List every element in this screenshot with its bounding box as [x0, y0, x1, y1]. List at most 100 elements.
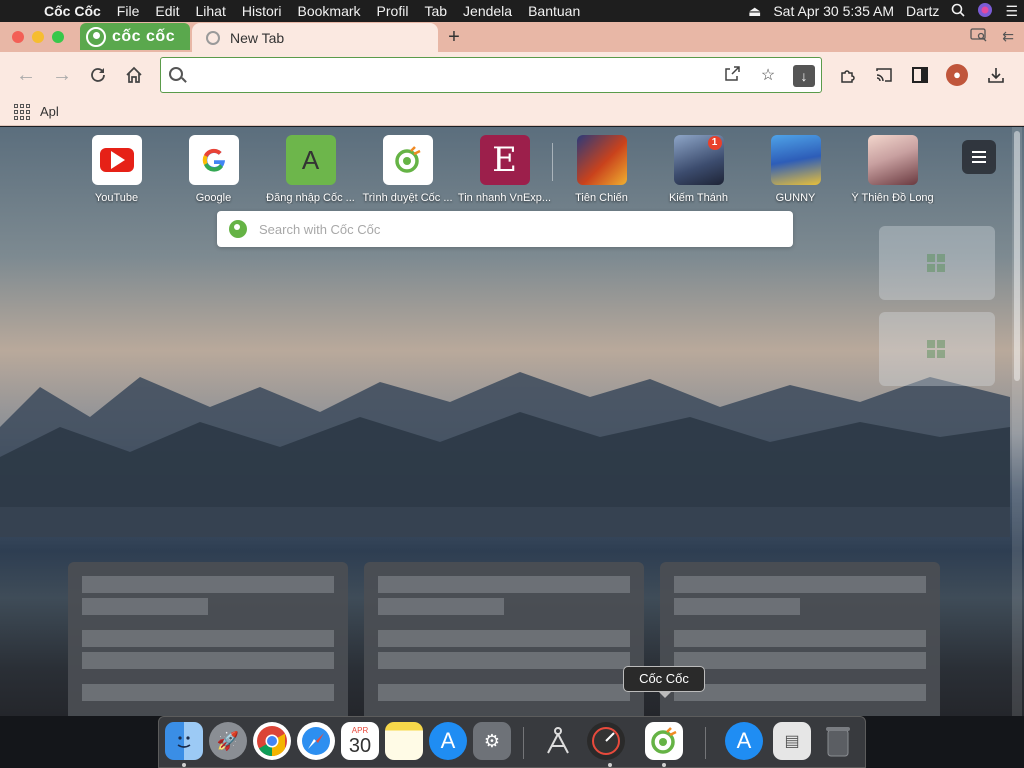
address-bar[interactable]: ☆ ↓	[160, 57, 822, 93]
menu-profile[interactable]: Profil	[369, 3, 417, 19]
menu-help[interactable]: Bantuan	[520, 3, 588, 19]
menu-window[interactable]: Jendela	[455, 3, 520, 19]
menu-tab[interactable]: Tab	[416, 3, 455, 19]
tile-label: Google	[195, 192, 232, 204]
control-center-icon[interactable]: ☰	[999, 3, 1024, 20]
menu-file[interactable]: File	[109, 3, 148, 19]
forward-button[interactable]: →	[49, 62, 75, 88]
instruments-icon[interactable]	[539, 722, 577, 760]
reload-button[interactable]	[85, 62, 111, 88]
macos-dock: 🚀 APR 30 A ⚙ A ▤	[158, 716, 866, 768]
speed-dial-tile-kiem-thanh[interactable]: 1 Kiếm Thánh	[650, 135, 747, 215]
siri-icon[interactable]	[971, 2, 999, 21]
macos-menu-bar: Cốc Cốc File Edit Lihat Histori Bookmark…	[0, 0, 1024, 22]
speed-dial-tile-vnexpress[interactable]: E Tin nhanh VnExp...	[456, 135, 553, 215]
speed-dial-tile-login[interactable]: A Đăng nhập Cốc ...	[262, 135, 359, 215]
window-close-button[interactable]	[12, 31, 24, 43]
game-y-thien-icon	[867, 135, 918, 185]
speed-dial-tile-tien-chien[interactable]: Tiên Chiến	[553, 135, 650, 215]
scrollbar-thumb[interactable]	[1014, 131, 1020, 381]
tile-label: Đăng nhập Cốc ...	[266, 192, 355, 204]
coccoc-icon	[382, 135, 433, 185]
profile-avatar-icon[interactable]: ●	[946, 64, 968, 86]
coccoc-search-logo-icon	[229, 220, 247, 238]
launchpad-icon[interactable]: 🚀	[209, 722, 247, 760]
coccoc-dock-icon[interactable]	[645, 722, 683, 760]
notes-icon[interactable]	[385, 722, 423, 760]
coccoc-search-box[interactable]	[217, 211, 793, 247]
app-store-download-icon[interactable]: A	[725, 722, 763, 760]
system-preferences-icon[interactable]: ⚙	[473, 722, 511, 760]
letter-a-icon: A	[285, 135, 336, 185]
share-icon[interactable]	[721, 65, 743, 87]
eject-icon[interactable]: ⏏	[742, 3, 767, 20]
safari-icon[interactable]	[297, 722, 335, 760]
bookmark-star-icon[interactable]: ☆	[757, 65, 779, 87]
menu-app-name[interactable]: Cốc Cốc	[36, 3, 109, 19]
bookmarks-bar: Apl	[0, 98, 1024, 126]
menu-edit[interactable]: Edit	[147, 3, 187, 19]
google-icon	[188, 135, 239, 185]
chrome-icon[interactable]	[253, 722, 291, 760]
address-input[interactable]	[193, 64, 713, 86]
app-store-icon[interactable]: A	[429, 722, 467, 760]
tab-new-tab[interactable]: New Tab	[192, 23, 438, 52]
extensions-icon[interactable]	[836, 63, 860, 87]
notification-badge: 1	[707, 136, 722, 150]
cast-icon[interactable]	[872, 63, 896, 87]
tile-label: Trình duyệt Cốc ...	[362, 192, 453, 204]
tile-label: Tin nhanh VnExp...	[457, 192, 552, 204]
downloads-icon[interactable]	[984, 63, 1008, 87]
coccoc-search-input[interactable]	[259, 221, 759, 237]
window-zoom-button[interactable]	[52, 31, 64, 43]
new-tab-button[interactable]: +	[444, 26, 464, 49]
omnibox-search-icon	[169, 67, 183, 81]
spotlight-search-icon[interactable]	[945, 3, 971, 20]
widget-placeholder-icon	[927, 254, 945, 272]
window-minimize-button[interactable]	[32, 31, 44, 43]
side-widget-card[interactable]	[879, 226, 995, 300]
disk-diag-icon[interactable]	[587, 722, 625, 760]
page-scrollbar[interactable]	[1012, 127, 1022, 716]
news-card-skeleton	[68, 562, 348, 716]
calendar-icon[interactable]: APR 30	[341, 722, 379, 760]
side-widget-card[interactable]	[879, 312, 995, 386]
tile-label: Tiên Chiến	[575, 192, 628, 204]
side-panel-icon[interactable]	[908, 63, 932, 87]
coccoc-brand-button[interactable]: cốc cốc	[80, 23, 190, 50]
speed-dial-tile-google[interactable]: Google	[165, 135, 262, 215]
customize-settings-button[interactable]	[962, 140, 996, 174]
calendar-month: APR	[351, 725, 369, 735]
tile-label: YouTube	[94, 192, 139, 204]
new-tab-page: YouTube Google A Đăng nhập Cốc ... Trình…	[0, 127, 1024, 716]
save-page-icon[interactable]: ↓	[793, 65, 815, 87]
speed-dial-tile-coccoc[interactable]: Trình duyệt Cốc ...	[359, 135, 456, 215]
preview-icon[interactable]: ▤	[773, 722, 811, 760]
youtube-icon	[91, 135, 142, 185]
menu-history[interactable]: Histori	[234, 3, 290, 19]
tab-search-icon[interactable]	[970, 28, 988, 45]
trash-icon[interactable]	[819, 722, 857, 760]
game-kiem-thanh-icon: 1	[673, 135, 724, 185]
menu-clock[interactable]: Sat Apr 30 5:35 AM	[767, 3, 900, 19]
speed-dial: YouTube Google A Đăng nhập Cốc ... Trình…	[68, 135, 944, 215]
speed-dial-tile-y-thien[interactable]: Ý Thiên Đồ Long	[844, 135, 941, 215]
apps-grid-icon[interactable]	[14, 103, 30, 120]
home-button[interactable]	[121, 62, 147, 88]
back-button[interactable]: ←	[13, 62, 39, 88]
letter-e-icon: E	[479, 135, 530, 185]
finder-icon[interactable]	[165, 722, 203, 760]
tile-label: Ý Thiên Đồ Long	[851, 192, 934, 204]
tile-label: GUNNY	[775, 192, 816, 204]
widget-placeholder-icon	[927, 340, 945, 358]
news-card-skeleton	[364, 562, 644, 716]
menu-view[interactable]: Lihat	[187, 3, 233, 19]
speed-dial-tile-gunny[interactable]: GUNNY	[747, 135, 844, 215]
menu-bookmark[interactable]: Bookmark	[290, 3, 369, 19]
news-card-skeleton	[660, 562, 940, 716]
sidebar-toggle-icon[interactable]: ⇇	[1002, 28, 1014, 45]
speed-dial-tile-youtube[interactable]: YouTube	[68, 135, 165, 215]
menu-user[interactable]: Dartz	[900, 3, 945, 19]
tab-title: New Tab	[230, 29, 285, 46]
bookmark-apps-label[interactable]: Apl	[40, 104, 59, 119]
